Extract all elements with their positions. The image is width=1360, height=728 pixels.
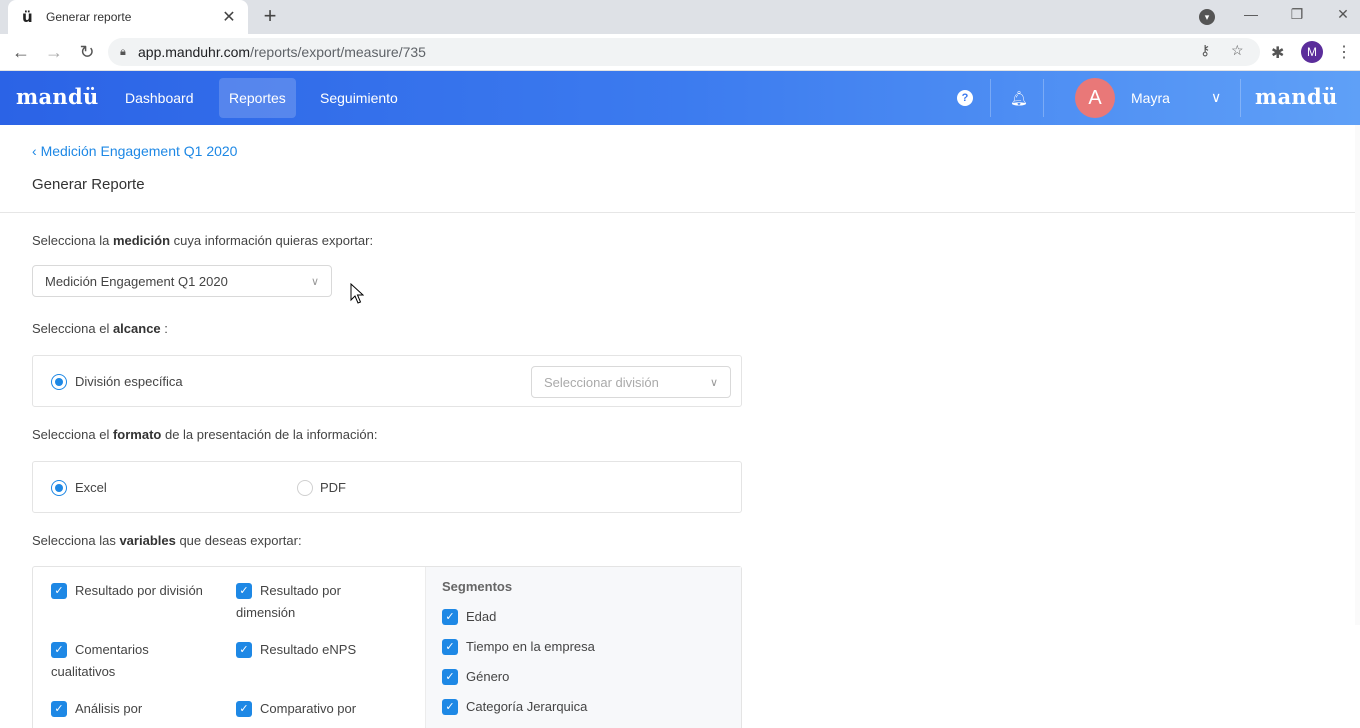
chevron-down-icon: ∨: [709, 376, 718, 389]
segment-label: Tiempo en la empresa: [466, 639, 595, 654]
chevron-down-icon: ∨: [310, 275, 319, 288]
bookmark-star-icon[interactable]: ☆: [1231, 42, 1244, 59]
user-avatar[interactable]: A: [1075, 78, 1115, 118]
measure-select-value: Medición Engagement Q1 2020: [45, 273, 228, 289]
close-tab-icon[interactable]: ✕: [220, 7, 238, 27]
format-box: [32, 461, 742, 513]
mouse-cursor-icon: [350, 283, 364, 304]
user-name[interactable]: Mayra: [1131, 90, 1170, 106]
favicon-icon: ü: [22, 8, 33, 26]
lock-icon: 🔒︎: [120, 45, 126, 58]
segment-checkbox[interactable]: ✓: [442, 699, 458, 715]
variable-checkbox[interactable]: ✓: [51, 701, 67, 717]
variable-label: Comentarios: [75, 642, 149, 657]
page-title: Generar Reporte: [32, 176, 145, 193]
forward-arrow-icon[interactable]: →: [43, 41, 65, 63]
nav-seguimiento[interactable]: Seguimiento: [310, 78, 408, 118]
segment-checkbox[interactable]: ✓: [442, 609, 458, 625]
segment-checkbox[interactable]: ✓: [442, 669, 458, 685]
chevron-left-icon: ‹: [32, 143, 41, 159]
new-tab-icon[interactable]: +: [258, 4, 282, 28]
key-icon[interactable]: ⚷: [1200, 42, 1210, 59]
excel-radio[interactable]: [51, 480, 67, 496]
help-icon[interactable]: ?: [957, 90, 973, 106]
division-radio[interactable]: [51, 374, 67, 390]
segment-label: Edad: [466, 609, 497, 624]
back-arrow-icon[interactable]: ←: [10, 41, 32, 63]
variable-checkbox[interactable]: ✓: [51, 583, 67, 599]
nav-reportes[interactable]: Reportes: [219, 78, 296, 118]
segment-label: Categoría Jerarquica: [466, 699, 588, 714]
tab-title: Generar reporte: [46, 10, 132, 24]
measure-select[interactable]: Medición Engagement Q1 2020 ∨: [32, 265, 332, 297]
variables-label: Selecciona las variables que deseas expo…: [32, 533, 302, 548]
address-toolbar: ← → ↻ 🔒︎ app.manduhr.com/reports/export/…: [0, 34, 1360, 71]
format-label: Selecciona el formato de la presentación…: [32, 427, 378, 442]
variable-label: Resultado eNPS: [260, 642, 357, 657]
variable-checkbox[interactable]: ✓: [51, 642, 67, 658]
header-separator: [0, 212, 1360, 213]
segment-label: Género: [466, 669, 510, 684]
back-link-label: Medición Engagement Q1 2020: [40, 143, 238, 159]
chevron-down-icon[interactable]: ∨: [1211, 89, 1221, 106]
app-header: mandü Dashboard Reportes Seguimiento ? 🔔…: [0, 71, 1360, 125]
mandu-logo[interactable]: mandü: [16, 84, 99, 109]
window-close-icon[interactable]: ✕: [1333, 6, 1353, 23]
variable-checkbox[interactable]: ✓: [236, 583, 252, 599]
division-radio-label: División específica: [75, 374, 183, 389]
division-select[interactable]: Seleccionar división ∨: [531, 366, 731, 398]
division-select-placeholder: Seleccionar división: [544, 374, 659, 390]
variable-label: Análisis por: [75, 701, 143, 716]
header-divider: [1240, 79, 1241, 117]
url-text: app.manduhr.com/reports/export/measure/7…: [138, 44, 426, 60]
mandu-brand-logo: mandü: [1255, 84, 1338, 109]
minimize-icon[interactable]: —: [1241, 6, 1261, 22]
back-link[interactable]: ‹ Medición Engagement Q1 2020: [32, 143, 237, 159]
browser-tab[interactable]: ü Generar reporte ✕: [8, 0, 248, 34]
url-bar[interactable]: 🔒︎ app.manduhr.com/reports/export/measur…: [108, 38, 1260, 66]
measure-label: Selecciona la medición cuya información …: [32, 233, 374, 248]
browser-menu-icon[interactable]: ⋮: [1336, 42, 1352, 62]
pdf-radio[interactable]: [297, 480, 313, 496]
bell-icon[interactable]: 🔔︎: [1010, 90, 1028, 106]
reload-icon[interactable]: ↻: [76, 41, 98, 63]
variable-label: Resultado por división: [75, 583, 203, 598]
scrollbar[interactable]: [1355, 125, 1360, 625]
variable-label: Comparativo por: [260, 701, 357, 716]
nav-dashboard[interactable]: Dashboard: [115, 78, 204, 118]
profile-avatar[interactable]: M: [1301, 41, 1323, 63]
browser-tab-bar: ü Generar reporte ✕ + ▾ — ❐ ✕: [0, 0, 1360, 34]
header-divider: [1043, 79, 1044, 117]
header-divider: [990, 79, 991, 117]
variable-label: Resultado por: [260, 583, 341, 598]
scope-label: Selecciona el alcance :: [32, 321, 168, 336]
pdf-radio-label: PDF: [320, 480, 346, 495]
variable-label-wrap: cualitativos: [51, 664, 116, 679]
segments-title: Segmentos: [442, 579, 513, 594]
variable-checkbox[interactable]: ✓: [236, 642, 252, 658]
variable-checkbox[interactable]: ✓: [236, 701, 252, 717]
extensions-icon[interactable]: ✱: [1271, 43, 1284, 63]
excel-radio-label: Excel: [75, 480, 107, 495]
variable-label-wrap: dimensión: [236, 605, 296, 620]
restore-icon[interactable]: ❐: [1287, 6, 1307, 23]
segment-checkbox[interactable]: ✓: [442, 639, 458, 655]
tab-search-icon[interactable]: ▾: [1199, 9, 1215, 25]
